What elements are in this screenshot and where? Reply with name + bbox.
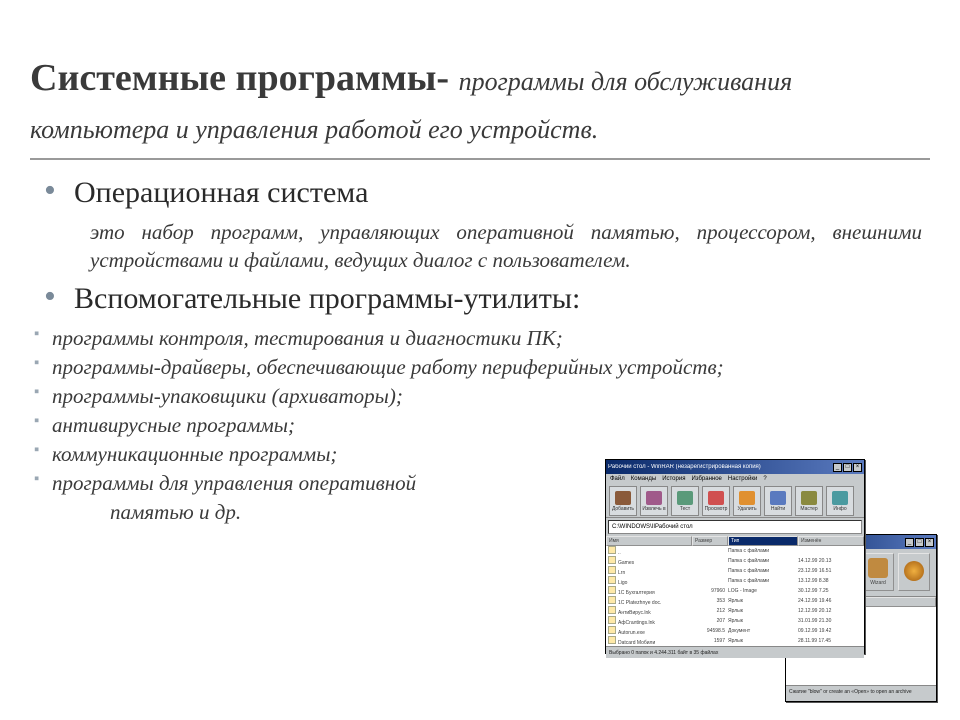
os-description: это набор программ, управляющих оператив… [30,218,930,275]
file-row: АфСгалtings.lnk207Ярлык31.01.99 21.30 [606,616,864,626]
toolbar-button: Просмотр [702,486,730,516]
status-bar: Выбрано 0 папок и 4.244.311 байт в 35 фа… [606,646,864,658]
file-row: АнтиВирус.lnk212Ярлык12.12.99 20.12 [606,606,864,616]
menubar: Файл Команды История Избранное Настройки… [606,474,864,484]
titlebar-text: Рабочий стол - WinRAR (незарегистрирован… [608,464,761,470]
back-tool-orb [898,553,930,591]
title-main: Системные программы- [30,57,459,99]
close-icon: × [925,538,934,547]
toolbar-button: Мастер [795,486,823,516]
address-bar: C:\WINDOWS\IIРабочий стол [608,520,862,534]
toolbar-button: Добавить [609,486,637,516]
sub-item: программы-драйверы, обеспечивающие работ… [30,353,930,382]
file-row: Autorun.exe94598.5Документ09.12.99 19.42 [606,626,864,636]
file-row: LigoПапка с файлами13.12.99 8.38 [606,576,864,586]
title-divider [30,158,930,160]
back-status: Сжатие "blow" or create an «Open» to ope… [786,685,936,697]
toolbar-button: Тест [671,486,699,516]
slide-title: Системные программы- программы для обслу… [30,55,930,150]
menu-item: Избранное [691,476,721,482]
outer-list: Операционная система [30,174,930,212]
maximize-icon: □ [915,538,924,547]
sub-item: антивирусные программы; [30,411,930,440]
menu-item: ? [763,476,766,482]
titlebar-front: Рабочий стол - WinRAR (незарегистрирован… [606,460,864,474]
outer-list-2: Вспомогательные программы-утилиты: [30,280,930,318]
sub-item: программы контроля, тестирования и диагн… [30,324,930,353]
toolbar-button: Инфо [826,486,854,516]
menu-item: История [662,476,685,482]
item-utilities: Вспомогательные программы-утилиты: [74,280,930,318]
minimize-icon: _ [833,463,842,472]
menu-item: Настройки [728,476,757,482]
toolbar-button: Удалить [733,486,761,516]
minimize-icon: _ [905,538,914,547]
list-header: Имя Размер Тип Изменён [606,536,864,546]
toolbar-button: Найти [764,486,792,516]
window-front: Рабочий стол - WinRAR (незарегистрирован… [605,459,865,654]
back-tool: Wizard [862,553,894,591]
file-row: LrnПапка с файлами23.12.99 16.51 [606,566,864,576]
item-os: Операционная система [74,174,930,212]
sub-item: программы-упаковщики (архиваторы); [30,382,930,411]
winrar-illustration: _ □ × Wizard Код Path Сжатие "blow" or c… [605,459,940,704]
toolbar-button: Извлечь в [640,486,668,516]
file-row: Datcard Мобили1597Ярлык28.11.99 17.45 [606,636,864,646]
file-row: ..Папка с файлами [606,546,864,556]
file-list: ..Папка с файламиGamesПапка с файлами14.… [606,546,864,646]
maximize-icon: □ [843,463,852,472]
menu-item: Команды [631,476,656,482]
close-icon: × [853,463,862,472]
file-row: 1С Platezhnye doc.353Ярлык24.12.99 19.46 [606,596,864,606]
file-row: GamesПапка с файлами14.12.99 20.13 [606,556,864,566]
file-row: 1С Бухгалтерия97960LOG - Image30.12.99 7… [606,586,864,596]
toolbar: ДобавитьИзвлечь вТестПросмотрУдалитьНайт… [606,484,864,518]
menu-item: Файл [610,476,625,482]
